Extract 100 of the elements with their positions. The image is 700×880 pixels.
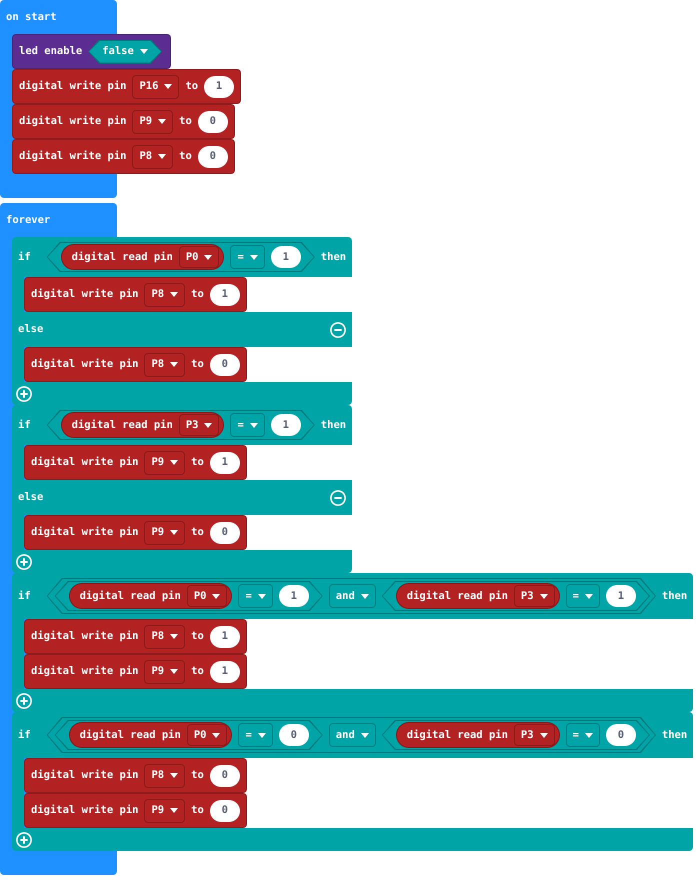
caret-icon	[170, 773, 178, 778]
minus-circle-icon[interactable]	[330, 490, 346, 506]
block-text: to	[191, 665, 204, 678]
block-text: digital write pin	[31, 358, 138, 371]
block-text: digital read pin	[406, 728, 508, 742]
number-field[interactable]: 0	[210, 354, 240, 376]
else-label: else	[18, 323, 44, 336]
caret-icon	[204, 254, 212, 260]
pin-dropdown[interactable]: P9	[132, 110, 174, 134]
then-label: then	[320, 250, 346, 264]
if-label: if	[18, 728, 31, 742]
number-field[interactable]: 0	[198, 146, 228, 168]
block-text: digital read pin	[80, 728, 181, 742]
number-field[interactable]: 0	[278, 724, 309, 746]
block-text: digital write pin	[31, 804, 138, 817]
pin-dropdown[interactable]: P9	[144, 520, 186, 544]
caret-icon	[540, 732, 548, 738]
block-text: to	[185, 80, 198, 93]
caret-icon	[170, 460, 178, 465]
if-label: if	[18, 250, 31, 264]
number-field[interactable]: 1	[210, 660, 240, 682]
caret-icon	[170, 669, 178, 674]
number-field[interactable]: 1	[210, 452, 240, 474]
number-field[interactable]: 0	[210, 522, 240, 544]
caret-icon	[250, 422, 258, 428]
caret-icon	[170, 362, 178, 367]
number-field[interactable]: 1	[270, 246, 301, 268]
pin-dropdown[interactable]: P8	[144, 352, 186, 376]
caret-icon	[170, 292, 178, 297]
pin-dropdown[interactable]: P8	[132, 144, 174, 168]
pin-dropdown[interactable]: P9	[144, 450, 186, 474]
block-text: to	[191, 526, 204, 539]
caret-icon	[212, 594, 220, 598]
event-label: on start	[6, 10, 57, 24]
number-field[interactable]: 1	[210, 626, 240, 648]
block-text: digital read pin	[72, 250, 173, 264]
pin-dropdown[interactable]: P16	[132, 74, 180, 98]
number-field[interactable]: 0	[210, 764, 240, 786]
caret-icon	[170, 530, 178, 535]
caret-icon	[540, 594, 548, 598]
plus-circle-icon[interactable]	[16, 692, 32, 708]
caret-icon	[258, 594, 266, 598]
block-text: to	[191, 358, 204, 371]
caret-icon	[170, 634, 178, 639]
caret-icon	[258, 732, 266, 738]
block-text: led enable	[19, 45, 82, 58]
block-text: digital write pin	[31, 526, 138, 539]
caret-icon	[170, 808, 178, 813]
then-label: then	[662, 590, 688, 602]
then-label: then	[320, 418, 346, 432]
pin-dropdown[interactable]: P0	[178, 246, 220, 268]
block-text: to	[191, 804, 204, 817]
caret-icon	[158, 119, 166, 124]
then-label: then	[662, 728, 688, 742]
pin-dropdown[interactable]: P0	[186, 724, 228, 746]
block-text: to	[191, 456, 204, 469]
pin-dropdown[interactable]: P8	[144, 282, 186, 306]
pin-dropdown[interactable]: P3	[514, 724, 555, 746]
pin-dropdown[interactable]: P3	[514, 585, 555, 607]
number-field[interactable]: 0	[606, 724, 636, 746]
caret-icon	[140, 49, 148, 54]
block-text: digital write pin	[19, 150, 126, 163]
block-text: digital write pin	[19, 80, 126, 93]
block-text: digital write pin	[31, 456, 138, 469]
block-text: digital write pin	[31, 288, 138, 301]
pin-dropdown[interactable]: P8	[144, 764, 186, 788]
pin-dropdown[interactable]: P9	[144, 798, 186, 822]
plus-circle-icon[interactable]	[16, 554, 32, 570]
block-text: digital read pin	[80, 590, 181, 602]
block-text: digital write pin	[31, 665, 138, 678]
number-field[interactable]: 1	[210, 284, 240, 306]
number-field[interactable]: 0	[210, 800, 240, 822]
caret-icon	[360, 594, 369, 598]
number-field[interactable]: 1	[278, 585, 309, 607]
block-text: digital write pin	[31, 630, 138, 643]
caret-icon	[204, 422, 212, 428]
number-field[interactable]: 1	[606, 585, 636, 607]
minus-circle-icon[interactable]	[330, 322, 346, 338]
block-text: to	[179, 115, 192, 128]
number-field[interactable]: 0	[198, 110, 228, 132]
plus-circle-icon[interactable]	[16, 386, 32, 402]
pin-dropdown[interactable]: P0	[186, 585, 228, 607]
else-label: else	[18, 491, 44, 504]
caret-icon	[212, 732, 220, 738]
caret-icon	[584, 732, 593, 738]
pin-dropdown[interactable]: P9	[144, 660, 186, 684]
caret-icon	[360, 732, 369, 738]
plus-circle-icon[interactable]	[16, 832, 32, 848]
pin-dropdown[interactable]: P3	[178, 414, 220, 436]
block-text: digital write pin	[31, 769, 138, 782]
block-text: digital read pin	[406, 590, 508, 602]
block-text: to	[191, 288, 204, 301]
number-field[interactable]: 1	[270, 414, 301, 436]
block-text: digital read pin	[72, 418, 173, 432]
caret-icon	[250, 254, 258, 260]
caret-icon	[584, 594, 593, 598]
if-label: if	[18, 418, 31, 432]
event-label: forever	[6, 214, 50, 226]
number-field[interactable]: 1	[204, 76, 234, 98]
pin-dropdown[interactable]: P8	[144, 624, 186, 648]
